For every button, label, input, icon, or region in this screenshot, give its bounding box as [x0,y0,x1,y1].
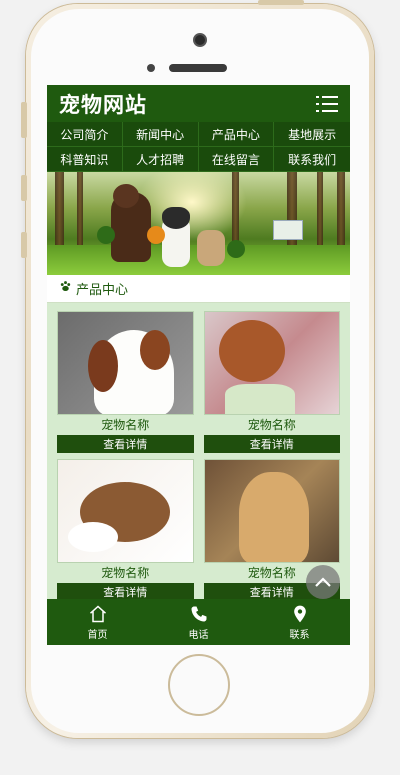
nav-item-news[interactable]: 新闻中心 [122,122,199,147]
main-nav: 公司简介 新闻中心 产品中心 基地展示 科普知识 人才招聘 在线留言 联系我们 [47,122,350,172]
nav-item-contact[interactable]: 联系我们 [274,147,350,172]
site-header: 宠物网站 [47,85,350,122]
product-image[interactable] [57,459,194,563]
nav-item-message[interactable]: 在线留言 [198,147,275,172]
volume-down-button [21,232,27,258]
dog-graphic [111,184,151,262]
dog-graphic [162,207,190,267]
product-grid: 宠物名称 查看详情 宠物名称 查看详情 宠物名称 查看详情 宠物名称 查看详情 [47,303,350,603]
product-card[interactable]: 宠物名称 查看详情 [203,311,341,455]
footer-home-label: 首页 [87,629,108,641]
product-name[interactable]: 宠物名称 [57,563,194,583]
screen: 宠物网站 公司简介 新闻中心 产品中心 基地展示 科普知识 人才招聘 在线留言 … [47,85,350,645]
power-button [258,0,304,5]
earpiece-speaker [169,64,227,72]
footer-contact-label: 联系 [289,629,310,641]
doghouse-graphic [273,220,303,240]
location-icon [293,605,306,622]
section-title: 产品中心 [76,283,129,298]
product-name[interactable]: 宠物名称 [57,415,194,435]
menu-icon[interactable] [316,95,338,112]
banner-badge [147,226,165,244]
nav-item-jobs[interactable]: 人才招聘 [122,147,199,172]
nav-item-base[interactable]: 基地展示 [274,122,350,147]
footer-phone[interactable]: 电话 [148,599,249,645]
nav-item-about[interactable]: 公司简介 [47,122,123,147]
product-name[interactable]: 宠物名称 [204,415,341,435]
view-details-button[interactable]: 查看详情 [57,435,194,453]
footer-phone-label: 电话 [188,629,209,641]
product-image[interactable] [203,311,340,415]
paw-icon [59,280,72,297]
back-to-top-button[interactable] [306,565,340,599]
phone-icon [191,606,206,621]
banner-badge [97,226,115,244]
nav-item-knowledge[interactable]: 科普知识 [47,147,123,172]
view-details-button[interactable]: 查看详情 [203,435,340,453]
dog-graphic [197,230,225,266]
proximity-sensor [147,64,155,72]
product-image[interactable] [57,311,194,415]
product-image[interactable] [203,459,340,563]
bottom-toolbar: 首页 电话 联系 [47,599,350,645]
section-header: 产品中心 [47,275,350,303]
product-card[interactable]: 宠物名称 查看详情 [57,459,194,603]
footer-contact[interactable]: 联系 [249,599,350,645]
nav-item-products[interactable]: 产品中心 [198,122,275,147]
product-card[interactable]: 宠物名称 查看详情 [57,311,194,455]
footer-home[interactable]: 首页 [47,599,148,645]
banner-badge [227,240,245,258]
chevron-up-icon [315,577,331,587]
site-logo[interactable]: 宠物网站 [59,89,147,119]
hero-banner[interactable] [47,172,350,275]
volume-up-button [21,175,27,201]
home-button[interactable] [168,654,230,716]
home-icon [89,604,106,622]
front-camera [193,33,207,47]
mute-switch [21,102,27,138]
